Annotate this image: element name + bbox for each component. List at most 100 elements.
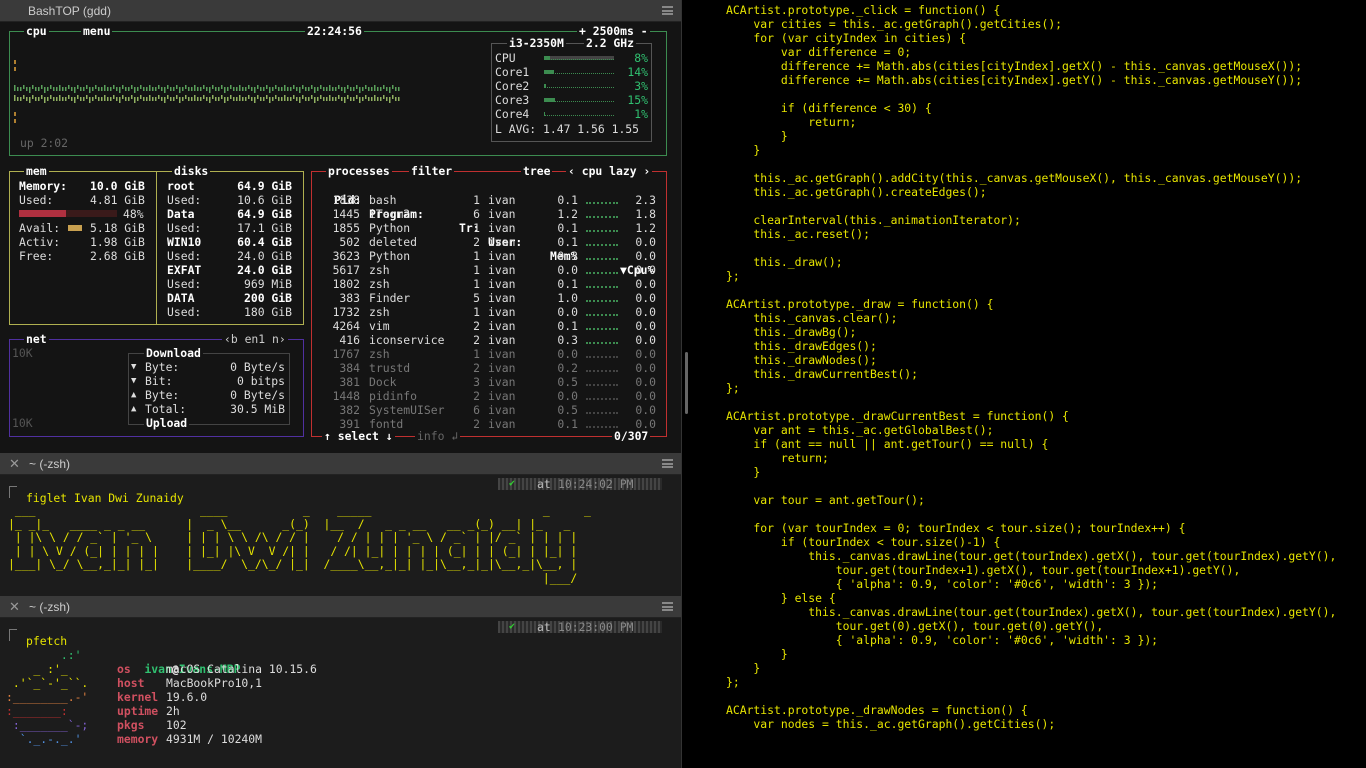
- process-row[interactable]: 502 deleted 2 ivan 0.1 0.0: [312, 235, 666, 249]
- process-row[interactable]: 1802 zsh 1 ivan 0.1 0.0: [312, 277, 666, 291]
- cpu-graph-dot: [92, 97, 94, 101]
- core-bar: [544, 56, 614, 60]
- core-bar: [544, 70, 614, 74]
- cpu-graph-dot: [377, 97, 379, 101]
- close-icon[interactable]: ✕: [9, 456, 20, 472]
- pane-divider[interactable]: [681, 0, 682, 768]
- cpu-graph-dot: [59, 85, 61, 91]
- cpu-graph-dot: [143, 87, 145, 91]
- tree-toggle[interactable]: tree: [521, 165, 553, 178]
- process-mem: 0.0: [557, 305, 578, 319]
- process-threads: 2: [473, 319, 480, 333]
- figlet-output: ___ ____ _ _____ _ _ |_ _|_ ____ _ _ __ …: [8, 503, 646, 585]
- cpu-graph-dot: [263, 97, 265, 101]
- process-row[interactable]: 381 Dock 3 ivan 0.5 0.0: [312, 375, 666, 389]
- process-row[interactable]: 5617 zsh 1 ivan 0.0 0.0: [312, 263, 666, 277]
- cpu-graph-dot: [284, 95, 286, 101]
- filter-button[interactable]: filter: [409, 165, 455, 178]
- mem-divider: [156, 172, 157, 324]
- code-editor[interactable]: ACArtist.prototype._click = function() {…: [726, 3, 1336, 731]
- process-cpu-graph: [586, 426, 618, 428]
- cpu-graph-dot: [122, 85, 124, 89]
- cpu-graph-dot: [281, 97, 283, 101]
- process-cpu: 0.0: [635, 249, 656, 263]
- cpu-graph-dot: [275, 85, 277, 89]
- mem-activ-value: 1.98 GiB: [90, 235, 145, 249]
- disk-name: DATA: [167, 291, 195, 305]
- code-line: this._ac.getGraph().addCity(this._canvas…: [726, 171, 1303, 185]
- cpu-graph-dot: [380, 87, 382, 91]
- net-arrow-icon: ▲: [131, 404, 137, 414]
- cpu-graph-dot: [107, 87, 109, 91]
- process-row[interactable]: 3623 Python 1 ivan 0.3 0.0: [312, 249, 666, 263]
- process-row[interactable]: 1732 zsh 1 ivan 0.0 0.0: [312, 305, 666, 319]
- cpu-graph-dot: [140, 95, 142, 99]
- terminal-figlet: ✕ ~ (-zsh) ✔ at 10:24:02 PM figlet Ivan …: [0, 453, 681, 596]
- cpu-graph-dot: [116, 97, 118, 101]
- cpu-graph-dot: [140, 85, 142, 89]
- cpu-graph-dot: [200, 87, 202, 91]
- process-row[interactable]: 1838 bash 1 ivan 0.1 2.3: [312, 193, 666, 207]
- net-interface[interactable]: ‹b en1 n›: [222, 333, 288, 346]
- mem-avail-value: 5.18 GiB: [90, 221, 145, 235]
- cpu-graph-dot: [386, 97, 388, 101]
- process-cpu: 0.0: [635, 263, 656, 277]
- disk-name: WIN10: [167, 235, 202, 249]
- cpu-graph-dot: [224, 87, 226, 93]
- process-cpu-graph: [586, 398, 618, 400]
- menu-icon[interactable]: [662, 6, 673, 15]
- process-row[interactable]: 391 fontd 2 ivan 0.1 0.0: [312, 417, 666, 431]
- code-line: return;: [726, 115, 857, 129]
- close-icon[interactable]: ✕: [9, 599, 20, 615]
- cpu-graph-dot: [101, 97, 103, 101]
- code-line: var ant = this._ac.getGlobalBest();: [726, 423, 994, 437]
- process-row[interactable]: 382 SystemUISer 6 ivan 0.5 0.0: [312, 403, 666, 417]
- info-control[interactable]: info ↲: [415, 430, 461, 443]
- mem-avail-bar: [68, 225, 82, 231]
- figlet-line: |___| \_/ \__,_|_| |_| |____/ \_/\_/ |_|…: [8, 557, 578, 571]
- process-row[interactable]: 384 trustd 2 ivan 0.2 0.0: [312, 361, 666, 375]
- cpu-info-box: i3-2350M 2.2 GHz CPU 8% Core1 14% Core2 3% Cor…: [491, 37, 652, 142]
- process-row[interactable]: 1445 iTerm2 6 ivan 1.2 1.8: [312, 207, 666, 221]
- cpu-graph-dot: [365, 85, 367, 89]
- process-row[interactable]: 1855 Python 1 ivan 0.1 1.2: [312, 221, 666, 235]
- sort-selector[interactable]: ‹ cpu lazy ›: [566, 165, 653, 178]
- process-row[interactable]: 1448 pidinfo 2 ivan 0.0 0.0: [312, 389, 666, 403]
- disk-used-value: 10.6 GiB: [237, 193, 292, 207]
- process-threads: 2: [473, 333, 480, 347]
- process-mem: 0.3: [557, 249, 578, 263]
- menu-icon[interactable]: [662, 459, 673, 468]
- cpu-graph-dot: [260, 87, 262, 91]
- menu-label[interactable]: menu: [81, 25, 113, 38]
- process-row[interactable]: 4264 vim 2 ivan 0.1 0.0: [312, 319, 666, 333]
- process-threads: 6: [473, 207, 480, 221]
- process-mem: 0.1: [557, 193, 578, 207]
- process-program: deleted: [369, 235, 418, 249]
- process-pid: 384: [339, 361, 360, 375]
- process-pid: 502: [339, 235, 360, 249]
- scrollbar[interactable]: [685, 352, 688, 414]
- prompt-check-icon: ✔: [509, 621, 516, 632]
- cpu-graph-dot: [155, 87, 157, 91]
- cpu-graph-dot: [68, 95, 70, 99]
- cpu-graph-dot: [176, 95, 178, 99]
- cpu-graph-dot: [149, 95, 151, 101]
- cpu-graph-dot: [86, 85, 88, 89]
- process-pid: 1445: [332, 207, 360, 221]
- menu-icon[interactable]: [662, 602, 673, 611]
- cpu-graph-dot: [203, 95, 205, 99]
- disk-size: 24.0 GiB: [237, 263, 292, 277]
- cpu-graph-dot: [143, 97, 145, 101]
- process-row[interactable]: 416 iconservice 2 ivan 0.3 0.0: [312, 333, 666, 347]
- process-row[interactable]: 383 Finder 5 ivan 1.0 0.0: [312, 291, 666, 305]
- select-control[interactable]: ↑ select ↓: [322, 430, 395, 443]
- process-program: Finder: [369, 291, 411, 305]
- cpu-graph-dot: [20, 87, 22, 91]
- cpu-graph-dot: [362, 97, 364, 101]
- net-scale-bottom: 10K: [12, 416, 33, 430]
- cpu-graph-dot: [233, 87, 235, 91]
- process-row[interactable]: 1767 zsh 1 ivan 0.0 0.0: [312, 347, 666, 361]
- disk-used-label: Used:: [167, 193, 202, 207]
- cpu-graph-dot: [242, 87, 244, 91]
